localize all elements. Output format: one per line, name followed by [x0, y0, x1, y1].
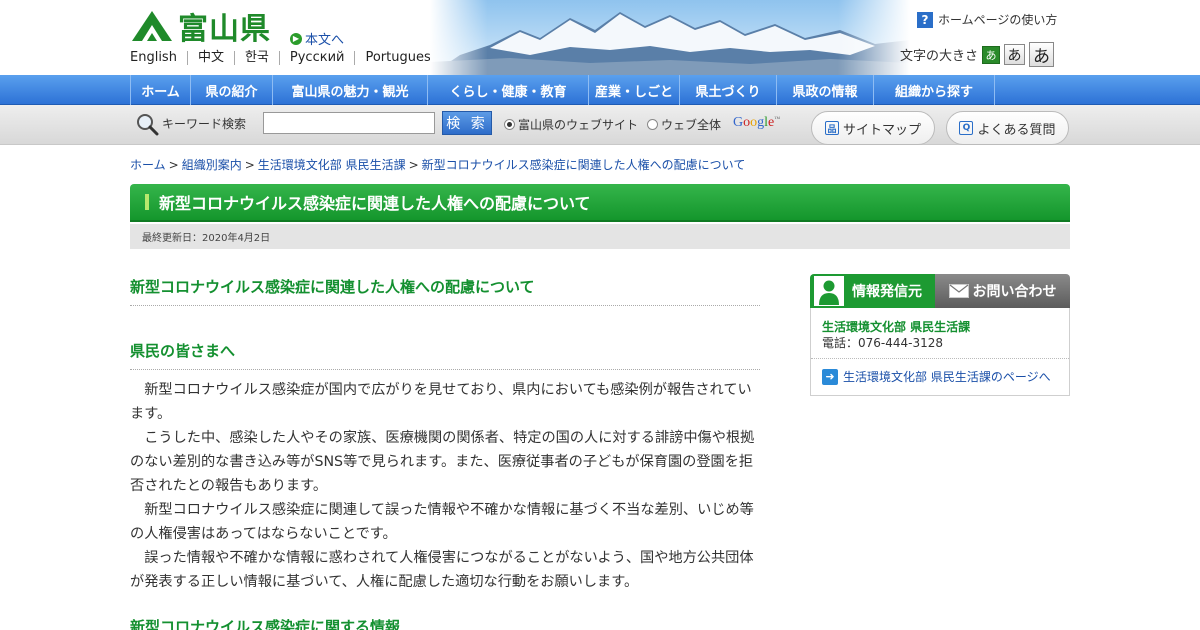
mountain-logo-icon [132, 11, 172, 41]
paragraph: 誤った情報や不確かな情報に惑わされて人権侵害につながることがないよう、国や地方公… [130, 550, 754, 590]
magnifier-icon [137, 114, 159, 136]
search-scope-web-label: ウェブ全体 [661, 118, 722, 132]
help-link[interactable]: ? ホームページの使い方 [917, 11, 1057, 28]
skip-to-content-link[interactable]: ▶ 本文へ [290, 29, 344, 48]
tab-info-label: 情報発信元 [852, 284, 922, 300]
nav-item-government[interactable]: 県政の情報 [777, 75, 874, 105]
help-link-label: ホームページの使い方 [938, 13, 1058, 27]
search-scope-site-label: 富山県のウェブサイト [518, 118, 639, 132]
breadcrumb-home[interactable]: ホーム [130, 158, 166, 172]
nav-item-living[interactable]: くらし・健康・教育 [428, 75, 589, 105]
lang-link-korean[interactable]: 한국 [233, 51, 279, 65]
nav-item-industry[interactable]: 産業・しごと [589, 75, 680, 105]
paragraph: 新型コロナウイルス感染症が国内で広がりを見せており、県内においても感染例が報告さ… [130, 382, 752, 422]
tab-contact[interactable]: お問い合わせ [935, 274, 1070, 308]
radio-unselected-icon [647, 119, 658, 130]
language-links: English 中文 한국 Русский Portugues [130, 51, 441, 65]
faq-button[interactable]: Q よくある質問 [946, 111, 1069, 145]
sidebar-info-box: 生活環境文化部 県民生活課 電話：076-444-3128 ➜ 生活環境文化部 … [810, 308, 1070, 396]
arrow-right-icon: ➜ [822, 368, 838, 385]
department-page-link[interactable]: ➜ 生活環境文化部 県民生活課のページへ [822, 368, 1051, 385]
search-input[interactable] [263, 112, 435, 134]
lang-link-chinese[interactable]: 中文 [186, 51, 234, 65]
body-text: 新型コロナウイルス感染症が国内で広がりを見せており、県内においても感染例が報告さ… [130, 378, 760, 594]
font-size-label: 文字の大きさ [900, 49, 979, 64]
nav-item-tourism[interactable]: 富山県の魅力・観光 [273, 75, 428, 105]
search-scope-web-radio[interactable]: ウェブ全体 [647, 116, 721, 133]
font-size-controls: 文字の大きさ あ あ あ [900, 42, 1055, 67]
breadcrumb: ホーム > 組織別案内 > 生活環境文化部 県民生活課 > 新型コロナウイルス感染症に関連し… [130, 156, 745, 173]
play-arrow-icon: ▶ [290, 32, 302, 45]
next-section-heading: 新型コロナウイルス感染症に関する情報 [130, 616, 760, 630]
search-button[interactable]: 検 索 [442, 111, 492, 135]
search-label: キーワード検索 [162, 117, 247, 131]
breadcrumb-separator: > [168, 158, 179, 172]
google-logo: Google™ [733, 115, 781, 130]
breadcrumb-separator: > [408, 158, 419, 172]
faq-label: よくある質問 [977, 122, 1056, 138]
lang-link-russian[interactable]: Русский [278, 51, 355, 65]
mountain-image-icon [430, 0, 910, 75]
sitemap-label: サイトマップ [842, 122, 921, 138]
lang-link-english[interactable]: English [130, 51, 187, 65]
skip-link-label: 本文へ [305, 33, 345, 48]
page-title: 新型コロナウイルス感染症に関連した人権への配慮について [159, 194, 591, 213]
breadcrumb-separator: > [244, 158, 255, 172]
title-marker [145, 194, 149, 210]
search-scope-site-radio[interactable]: 富山県のウェブサイト [504, 116, 638, 133]
nav-item-home[interactable]: ホーム [131, 75, 191, 105]
logo-text: 富山県 [178, 12, 271, 47]
site-header: 富山県 ▶ 本文へ English 中文 한국 Русский Portugue… [0, 0, 1200, 75]
sitemap-icon: 品 [824, 121, 839, 135]
faq-icon: Q [959, 121, 974, 135]
nav-item-organization[interactable]: 組織から探す [874, 75, 995, 105]
department-link-label: 生活環境文化部 県民生活課のページへ [843, 370, 1051, 384]
person-icon [814, 276, 844, 306]
font-size-small-button[interactable]: あ [982, 45, 1001, 64]
sub-heading: 県民の皆さまへ [130, 340, 760, 370]
radio-selected-icon [504, 119, 515, 130]
breadcrumb-department[interactable]: 生活環境文化部 県民生活課 [258, 158, 406, 172]
sitemap-button[interactable]: 品 サイトマップ [811, 111, 935, 145]
last-updated: 最終更新日：2020年4月2日 [130, 224, 1070, 249]
tab-contact-label: お問い合わせ [972, 284, 1057, 300]
department-phone: 電話：076-444-3128 [822, 336, 944, 350]
department-name: 生活環境文化部 県民生活課 [822, 320, 971, 334]
search-bar: キーワード検索 検 索 富山県のウェブサイト ウェブ全体 Google™ 品 サ… [0, 105, 1200, 145]
sidebar: 情報発信元 お問い合わせ 生活環境文化部 県民生活課 電話：076-444-31… [810, 274, 1070, 396]
tab-info-source[interactable]: 情報発信元 [810, 274, 936, 308]
lang-link-portuguese[interactable]: Portugues [354, 51, 440, 65]
global-nav: ホーム 県の紹介 富山県の魅力・観光 くらし・健康・教育 産業・しごと 県土づく… [0, 75, 1200, 105]
nav-item-land[interactable]: 県土づくり [680, 75, 777, 105]
font-size-medium-button[interactable]: あ [1004, 44, 1026, 65]
font-size-large-button[interactable]: あ [1029, 42, 1055, 67]
breadcrumb-org-guide[interactable]: 組織別案内 [182, 158, 242, 172]
nav-item-about[interactable]: 県の紹介 [191, 75, 273, 105]
question-icon: ? [917, 11, 933, 28]
breadcrumb-current[interactable]: 新型コロナウイルス感染症に関連した人権への配慮について [422, 158, 746, 172]
sidebar-divider [811, 358, 1069, 359]
header-mountain-image [430, 0, 910, 75]
main-heading: 新型コロナウイルス感染症に関連した人権への配慮について [130, 276, 760, 306]
envelope-icon [948, 284, 969, 298]
paragraph: 新型コロナウイルス感染症に関連して誤った情報や不確かな情報に基づく不当な差別、い… [130, 502, 754, 542]
page-title-bar: 新型コロナウイルス感染症に関連した人権への配慮について [130, 184, 1070, 222]
sidebar-tabs: 情報発信元 お問い合わせ [810, 274, 1070, 308]
paragraph: こうした中、感染した人やその家族、医療機関の関係者、特定の国の人に対する誹謗中傷… [130, 430, 755, 494]
site-logo[interactable]: 富山県 [130, 8, 271, 47]
